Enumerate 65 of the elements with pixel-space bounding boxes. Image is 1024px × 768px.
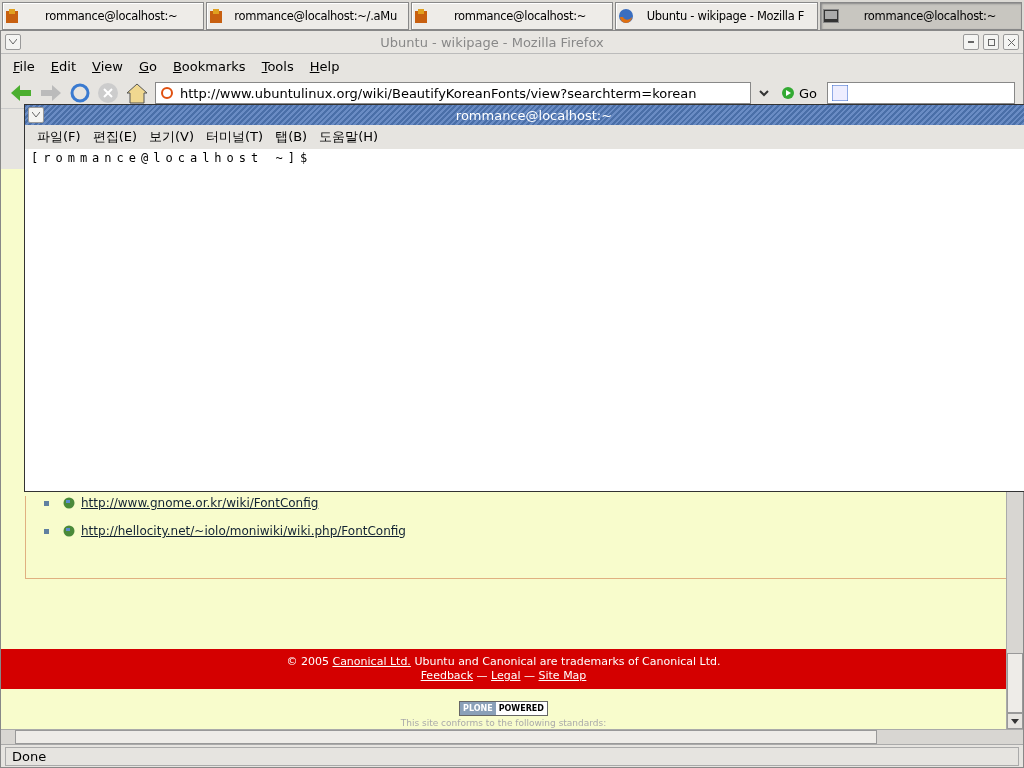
status-text: Done (5, 746, 1019, 766)
down-arrow-icon (1011, 718, 1019, 724)
minimize-button[interactable] (963, 34, 979, 50)
globe-icon (63, 525, 75, 537)
minimize-icon (968, 41, 974, 43)
play-icon (781, 86, 795, 100)
terminal-icon (822, 9, 839, 23)
footer-link[interactable]: Feedback (420, 669, 474, 682)
taskbar-button[interactable]: Ubuntu - wikipage - Mozilla F (615, 2, 818, 30)
link[interactable]: Canonical Ltd. (332, 655, 411, 668)
scroll-down-button[interactable] (1007, 713, 1023, 729)
standards-text: This site conforms to the following standards: (400, 718, 607, 729)
caret-icon (32, 112, 40, 118)
menu-item[interactable]: 편집(E) (88, 126, 141, 148)
menu-item[interactable]: 도움말(H) (315, 126, 383, 148)
address-field[interactable]: http://www.ubuntulinux.org/wiki/BeautifyKoreanFonts/view?searchterm=korean (155, 82, 751, 104)
plone-badge: PLONE POWERED (459, 701, 548, 716)
menu-item[interactable]: Tools (255, 56, 300, 76)
close-icon (1007, 38, 1015, 46)
terminal-prompt: [rommance@localhost ~]$ (30, 150, 314, 167)
taskbar-button[interactable]: rommance@localhost:~ (410, 2, 614, 30)
separator: — (523, 669, 536, 682)
search-field[interactable] (827, 82, 1015, 104)
maximize-button[interactable] (983, 34, 999, 50)
window-menu-button[interactable] (5, 34, 21, 50)
bullet-icon (44, 500, 49, 506)
go-button[interactable]: Go (777, 85, 822, 101)
search-engine-icon (832, 85, 849, 101)
window-title: rommance@localhost:~ (454, 107, 614, 123)
taskbar-button[interactable]: rommance@localhost:~/.aMu (206, 2, 409, 30)
caret-icon (9, 39, 17, 45)
taskbar-button[interactable]: rommance@localhost:~ (819, 2, 1023, 30)
taskbar-button[interactable]: rommance@localhost:~ (2, 2, 205, 30)
menu-item[interactable]: 탭(B) (271, 126, 312, 148)
menu-item[interactable]: 터미널(T) (202, 126, 268, 148)
menu-item[interactable]: Edit (44, 56, 82, 76)
footer-link[interactable]: Legal (491, 669, 521, 682)
menu-item[interactable]: 파일(F) (33, 126, 85, 148)
window-menu-button[interactable] (28, 107, 44, 123)
menu-item[interactable]: 보기(V) (145, 126, 199, 148)
home-icon[interactable] (125, 82, 149, 104)
menu-item[interactable]: File (7, 56, 41, 76)
window-title: Ubuntu - wikipage - Mozilla Firefox (379, 34, 605, 50)
scrollbar-thumb[interactable] (1007, 653, 1023, 713)
bullet-icon (44, 528, 49, 534)
globe-icon (63, 497, 75, 509)
menu-item[interactable]: Bookmarks (166, 56, 252, 76)
copyright-text: © 2005 Canonical Ltd. Ubuntu and Canonical are trademarks of Canonical Ltd. (285, 655, 722, 669)
link[interactable]: http://hellocity.net/~iolo/moniwiki/wiki.php/FontConfig (81, 524, 406, 538)
menu-item[interactable]: Go (132, 56, 163, 76)
package-icon (209, 8, 224, 24)
site-icon (160, 86, 174, 100)
menu-item[interactable]: Help (303, 56, 346, 76)
menu-item[interactable]: View (86, 56, 129, 76)
back-icon[interactable] (9, 83, 33, 103)
maximize-icon (987, 38, 995, 46)
link[interactable]: http://www.gnome.or.kr/wiki/FontConfig (81, 496, 319, 510)
footer-link[interactable]: Site Map (538, 669, 587, 682)
package-icon (413, 8, 428, 24)
reload-icon[interactable] (69, 82, 91, 104)
package-icon (5, 8, 19, 24)
globe-icon (618, 8, 635, 24)
separator: — (475, 669, 489, 682)
horizontal-scrollbar[interactable] (1, 729, 1023, 744)
close-button[interactable] (1003, 34, 1019, 50)
